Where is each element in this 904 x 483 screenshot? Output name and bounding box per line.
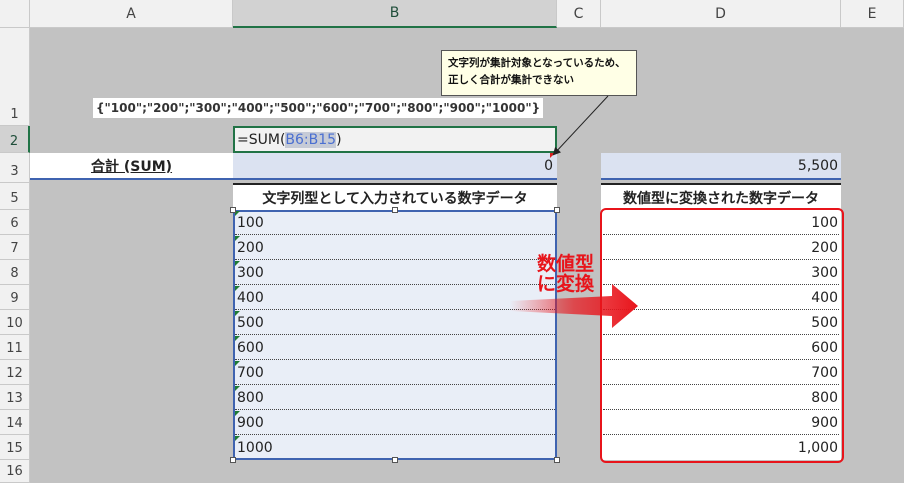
row-header-7[interactable]: 7 [0, 235, 30, 260]
text-number-indicator-icon [235, 411, 240, 416]
selection-handle[interactable] [554, 457, 560, 463]
column-header-d[interactable]: D [601, 0, 841, 28]
callout-pointer-arrow [552, 95, 609, 156]
text-number-indicator-icon [235, 361, 240, 366]
row-header-2[interactable]: 2 [0, 126, 30, 153]
column-header-e[interactable]: E [841, 0, 904, 28]
row-header-12[interactable]: 12 [0, 360, 30, 385]
selection-handle[interactable] [392, 207, 398, 213]
selection-handle[interactable] [230, 207, 236, 213]
row-header-15[interactable]: 15 [0, 435, 30, 460]
row-header-9[interactable]: 9 [0, 285, 30, 310]
selection-handle[interactable] [554, 207, 560, 213]
callout-line-1: 文字列が集計対象となっているため、 [448, 57, 626, 69]
conversion-label-line-1: 数値型 [537, 253, 595, 275]
cell-b7[interactable]: 200 [235, 235, 555, 260]
text-number-indicator-icon [235, 311, 240, 316]
text-number-indicator-icon [235, 286, 240, 291]
select-all-corner[interactable] [0, 0, 30, 28]
row-header-11[interactable]: 11 [0, 335, 30, 360]
row-header-1[interactable]: 1 [0, 28, 30, 126]
text-number-indicator-icon [235, 386, 240, 391]
cell-b6[interactable]: 100 [235, 210, 555, 235]
sum-label-text: 合計 (SUM) [90, 158, 173, 175]
selection-handle[interactable] [230, 457, 236, 463]
row-header-10[interactable]: 10 [0, 310, 30, 335]
row-header-16[interactable]: 16 [0, 460, 30, 483]
text-number-indicator-icon [235, 336, 240, 341]
conversion-label: 数値型 に変換 [537, 254, 594, 294]
callout-line-2: 正しく合計が集計できない [448, 74, 574, 86]
red-highlight-box [600, 208, 844, 463]
cell-b8[interactable]: 300 [235, 260, 555, 285]
row-header-8[interactable]: 8 [0, 260, 30, 285]
cell-a1-array-text[interactable]: {"100";"200";"300";"400";"500";"600";"70… [93, 98, 544, 118]
cell-b3-sum-value[interactable]: 0 [233, 153, 557, 180]
cell-d3-sum-value[interactable]: 5,500 [601, 153, 841, 180]
cell-d5-header[interactable]: 数値型に変換された数字データ [601, 183, 841, 210]
cell-b13[interactable]: 800 [235, 385, 555, 410]
cell-b5-header[interactable]: 文字列型として入力されている数字データ [233, 183, 557, 210]
row-header-5[interactable]: 5 [0, 183, 30, 210]
formula-suffix: ) [336, 131, 342, 148]
conversion-label-line-2: に変換 [537, 273, 595, 295]
cell-b11[interactable]: 600 [235, 335, 555, 360]
cell-b10[interactable]: 500 [235, 310, 555, 335]
cell-b9[interactable]: 400 [235, 285, 555, 310]
column-header-a[interactable]: A [30, 0, 233, 28]
row-header-3[interactable]: 3 [0, 153, 30, 183]
row-header-14[interactable]: 14 [0, 410, 30, 435]
cell-a3-sum-label[interactable]: 合計 (SUM) [30, 153, 233, 180]
cell-b12[interactable]: 700 [235, 360, 555, 385]
text-number-indicator-icon [235, 436, 240, 441]
text-number-indicator-icon [235, 236, 240, 241]
cell-b14[interactable]: 900 [235, 410, 555, 435]
text-number-indicator-icon [235, 261, 240, 266]
formula-prefix: =SUM( [237, 131, 286, 148]
cell-b2-formula[interactable]: =SUM( B6:B15 ) [233, 126, 557, 153]
column-header-c[interactable]: C [557, 0, 601, 28]
column-header-b[interactable]: B [233, 0, 557, 28]
formula-range-ref: B6:B15 [285, 131, 337, 148]
row-header-6[interactable]: 6 [0, 210, 30, 235]
selection-handle[interactable] [392, 457, 398, 463]
row-header-13[interactable]: 13 [0, 385, 30, 410]
